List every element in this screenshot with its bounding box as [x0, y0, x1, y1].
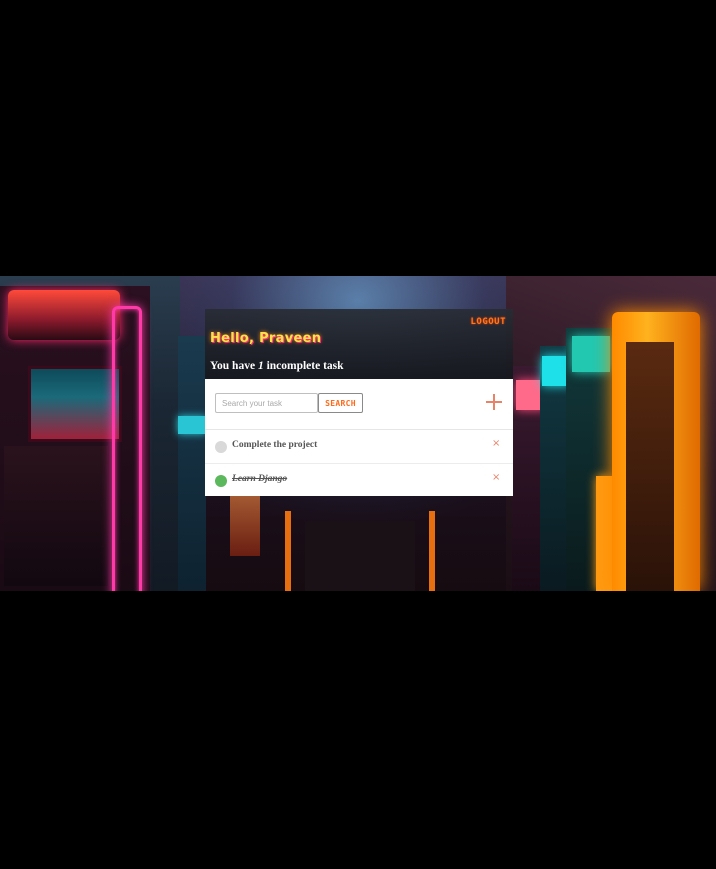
- neon-strip-orange: [596, 476, 612, 591]
- close-icon[interactable]: ×: [492, 472, 500, 483]
- search-input[interactable]: [215, 393, 318, 413]
- close-icon[interactable]: ×: [492, 438, 500, 449]
- search-button[interactable]: SEARCH: [318, 393, 363, 413]
- count-suffix: incomplete task: [263, 360, 344, 372]
- search-row: SEARCH: [205, 379, 513, 430]
- task-list-card: SEARCH Complete the project × Learn Djan…: [205, 379, 513, 496]
- cabinet-inner-panel: [626, 342, 674, 591]
- cabinet-base: [4, 446, 108, 586]
- cabinet-screen: [28, 366, 122, 442]
- task-row[interactable]: Complete the project ×: [205, 430, 513, 464]
- cabinet-screen: [572, 336, 610, 372]
- task-title[interactable]: Complete the project: [232, 440, 317, 450]
- plus-icon[interactable]: [486, 394, 502, 410]
- task-title[interactable]: Learn Django: [232, 474, 287, 484]
- incomplete-count-text: You have 1 incomplete task: [210, 360, 344, 372]
- floor-glow-center: [285, 511, 435, 591]
- cabinet-marquee: [8, 290, 120, 340]
- panel-header: LOGOUT Hello, Praveen You have 1 incompl…: [205, 309, 513, 379]
- task-row[interactable]: Learn Django ×: [205, 464, 513, 496]
- background-arcade-cabinet-orange: [612, 312, 700, 591]
- complete-circle-icon[interactable]: [215, 475, 227, 487]
- cabinet-neon-trim: [112, 306, 142, 591]
- greeting-title: Hello, Praveen: [210, 331, 322, 346]
- todo-panel: LOGOUT Hello, Praveen You have 1 incompl…: [205, 309, 513, 496]
- neon-strip: [178, 416, 206, 434]
- background-arcade-cabinet-left: [0, 286, 150, 591]
- count-prefix: You have: [210, 360, 258, 372]
- floor-glow-left: [230, 496, 260, 556]
- logout-link[interactable]: LOGOUT: [470, 317, 506, 327]
- background-pillar: [178, 336, 206, 591]
- incomplete-circle-icon[interactable]: [215, 441, 227, 453]
